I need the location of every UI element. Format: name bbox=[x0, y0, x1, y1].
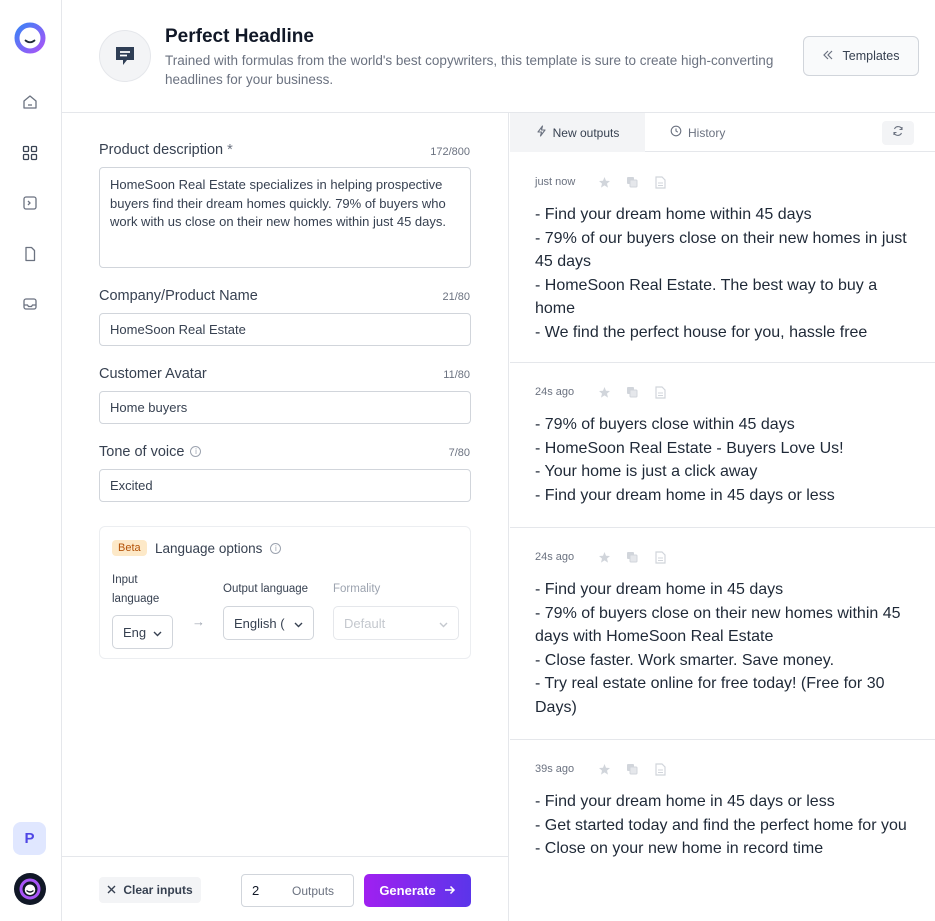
star-icon[interactable] bbox=[597, 385, 611, 399]
document-icon[interactable] bbox=[653, 385, 667, 399]
formality-label: Formality bbox=[333, 583, 381, 595]
lightning-icon bbox=[536, 125, 547, 140]
generate-label: Generate bbox=[379, 883, 436, 898]
home-icon[interactable] bbox=[19, 91, 41, 113]
product-description-label: Product description * bbox=[99, 142, 233, 158]
workspace-avatar[interactable]: P bbox=[13, 822, 46, 855]
document-icon[interactable] bbox=[653, 762, 667, 776]
form-footer: Clear inputs 2 Outputs Generate bbox=[62, 856, 509, 921]
input-form: Product description * 172/800 HomeSoon Re… bbox=[62, 113, 509, 921]
output-timestamp: 24s ago bbox=[535, 551, 575, 563]
tab-history[interactable]: History bbox=[670, 113, 725, 152]
output-language-select[interactable]: English ( bbox=[223, 606, 314, 640]
output-timestamp: 24s ago bbox=[535, 386, 575, 398]
company-name-count: 21/80 bbox=[442, 291, 470, 303]
product-description-textarea[interactable]: HomeSoon Real Estate specializes in help… bbox=[99, 167, 471, 268]
output-text: - Find your dream home within 45 days - … bbox=[535, 206, 907, 341]
customer-avatar-label: Customer Avatar bbox=[99, 366, 207, 382]
tone-of-voice-count: 7/80 bbox=[448, 447, 470, 459]
star-icon[interactable] bbox=[597, 550, 611, 564]
templates-button[interactable]: Templates bbox=[803, 36, 919, 76]
output-text: - Find your dream home in 45 days or les… bbox=[535, 793, 907, 857]
inbox-icon[interactable] bbox=[19, 293, 41, 315]
generate-button[interactable]: Generate bbox=[364, 874, 471, 907]
beta-badge: Beta bbox=[112, 540, 147, 556]
arrow-right-icon: → bbox=[192, 614, 205, 629]
sidebar: P bbox=[0, 0, 62, 921]
copy-icon[interactable] bbox=[625, 385, 639, 399]
clock-icon bbox=[670, 125, 682, 140]
grid-icon[interactable] bbox=[19, 142, 41, 164]
clear-inputs-label: Clear inputs bbox=[123, 883, 193, 897]
terminal-icon[interactable] bbox=[19, 192, 41, 214]
chevron-down-icon bbox=[152, 627, 163, 642]
language-options-panel: Beta Language options i Input language En… bbox=[99, 526, 471, 659]
tone-of-voice-label: Tone of voice i bbox=[99, 444, 202, 460]
output-card: 24s ago - Find your dream home in 45 day… bbox=[510, 528, 935, 740]
document-icon[interactable] bbox=[653, 175, 667, 189]
output-card: 39s ago - Find your dream home in 45 day… bbox=[510, 740, 935, 921]
templates-label: Templates bbox=[842, 49, 900, 63]
output-timestamp: just now bbox=[535, 176, 576, 188]
language-options-title: Language options i bbox=[155, 541, 282, 556]
output-language-label: Output language bbox=[223, 583, 309, 595]
user-avatar[interactable] bbox=[14, 873, 46, 905]
info-icon[interactable]: i bbox=[270, 542, 282, 554]
arrow-right-icon bbox=[444, 883, 456, 898]
tab-history-label: History bbox=[688, 125, 726, 140]
copy-icon[interactable] bbox=[625, 550, 639, 564]
star-icon[interactable] bbox=[597, 762, 611, 776]
copy-icon[interactable] bbox=[625, 175, 639, 189]
input-language-label: Input language bbox=[112, 574, 160, 605]
input-language-select[interactable]: Eng bbox=[112, 615, 173, 649]
copy-icon[interactable] bbox=[625, 762, 639, 776]
outputs-count-value: 2 bbox=[252, 883, 260, 898]
output-text: - 79% of buyers close within 45 days - H… bbox=[535, 416, 844, 504]
clear-inputs-button[interactable]: Clear inputs bbox=[99, 877, 201, 903]
output-card: just now - Find your dream home within 4… bbox=[510, 153, 935, 363]
page-description: Trained with formulas from the world's b… bbox=[165, 53, 774, 87]
tab-new-outputs[interactable]: New outputs bbox=[510, 113, 645, 152]
product-description-count: 172/800 bbox=[430, 146, 470, 158]
chat-message-icon bbox=[99, 30, 151, 82]
output-text: - Find your dream home in 45 days - 79% … bbox=[535, 581, 901, 716]
document-icon[interactable] bbox=[19, 243, 41, 265]
company-name-input[interactable]: HomeSoon Real Estate bbox=[99, 313, 471, 346]
page-title: Perfect Headline bbox=[165, 26, 314, 47]
customer-avatar-count: 11/80 bbox=[443, 369, 470, 381]
refresh-button[interactable] bbox=[882, 121, 914, 145]
page-header: Perfect Headline Trained with formulas f… bbox=[62, 0, 935, 113]
chevron-down-icon bbox=[293, 618, 304, 633]
app-logo-icon[interactable] bbox=[14, 22, 46, 54]
outputs-count-label: Outputs bbox=[292, 883, 335, 898]
formality-value: Default bbox=[344, 615, 386, 631]
output-language-value: English ( bbox=[234, 615, 285, 631]
refresh-icon bbox=[892, 124, 904, 142]
outputs-tabs: New outputs History bbox=[510, 113, 935, 152]
output-timestamp: 39s ago bbox=[535, 763, 575, 775]
double-chevron-left-icon bbox=[822, 49, 833, 63]
info-icon[interactable]: i bbox=[190, 445, 202, 457]
star-icon[interactable] bbox=[597, 175, 611, 189]
customer-avatar-input[interactable]: Home buyers bbox=[99, 391, 471, 424]
document-icon[interactable] bbox=[653, 550, 667, 564]
outputs-panel: New outputs History just now - Find your… bbox=[510, 113, 935, 921]
outputs-count-input[interactable]: 2 Outputs bbox=[241, 874, 354, 907]
output-card: 24s ago - 79% of buyers close within 45 … bbox=[510, 363, 935, 528]
company-name-label: Company/Product Name bbox=[99, 288, 258, 304]
tab-new-outputs-label: New outputs bbox=[552, 125, 620, 140]
input-language-value: Eng bbox=[123, 624, 147, 640]
tone-of-voice-input[interactable]: Excited bbox=[99, 469, 471, 502]
chevron-down-icon bbox=[438, 618, 449, 633]
close-icon bbox=[107, 883, 116, 897]
formality-select[interactable]: Default bbox=[333, 606, 459, 640]
